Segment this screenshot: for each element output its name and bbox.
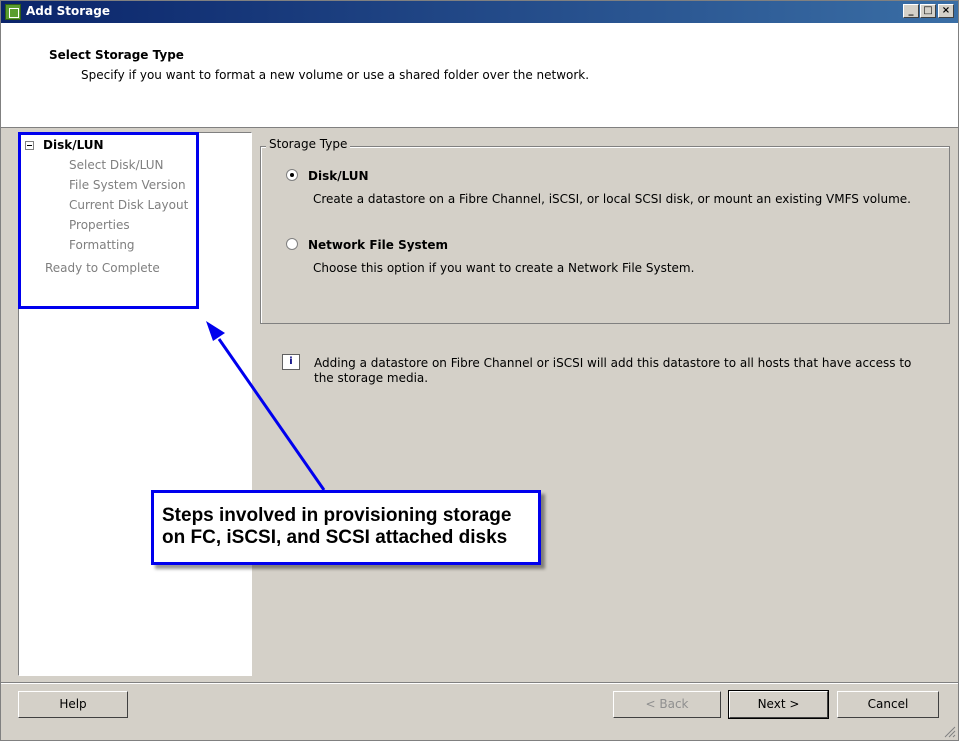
window-title: Add Storage [26,4,111,18]
nfs-description: Choose this option if you want to create… [313,261,695,275]
storage-type-legend: Storage Type [266,137,351,151]
info-icon: i [282,354,300,370]
info-message: Adding a datastore on Fibre Channel or i… [314,356,912,385]
steps-highlight-box [18,132,199,309]
disk-lun-description: Create a datastore on a Fibre Channel, i… [313,192,911,206]
next-button[interactable]: Next > [728,690,829,719]
callout-line-2: on FC, iSCSI, and SCSI attached disks [162,527,508,548]
resize-grip-icon[interactable] [944,726,956,738]
annotation-callout: Steps involved in provisioning storage o… [151,490,541,565]
close-button[interactable]: × [938,4,954,18]
nfs-radio[interactable] [286,238,298,250]
disk-lun-label[interactable]: Disk/LUN [308,169,369,183]
cancel-button[interactable]: Cancel [837,691,939,718]
page-title: Select Storage Type [49,48,184,62]
disk-lun-radio[interactable] [286,169,298,181]
radio-selected-dot [290,173,294,177]
page-subtitle: Specify if you want to format a new volu… [81,68,590,82]
footer-separator [1,682,958,684]
help-button[interactable]: Help [18,691,128,718]
maximize-button[interactable]: □ [920,4,936,18]
back-button[interactable]: < Back [613,691,721,718]
vsphere-app-icon [5,4,21,20]
minimize-button[interactable]: _ [903,4,919,18]
callout-line-1: Steps involved in provisioning storage [162,505,512,526]
title-bar[interactable]: Add Storage _ □ × [1,1,958,23]
add-storage-window: Add Storage _ □ × Select Storage Type Sp… [0,0,959,741]
wizard-header: Select Storage Type Specify if you want … [1,23,958,128]
nfs-label[interactable]: Network File System [308,238,448,252]
